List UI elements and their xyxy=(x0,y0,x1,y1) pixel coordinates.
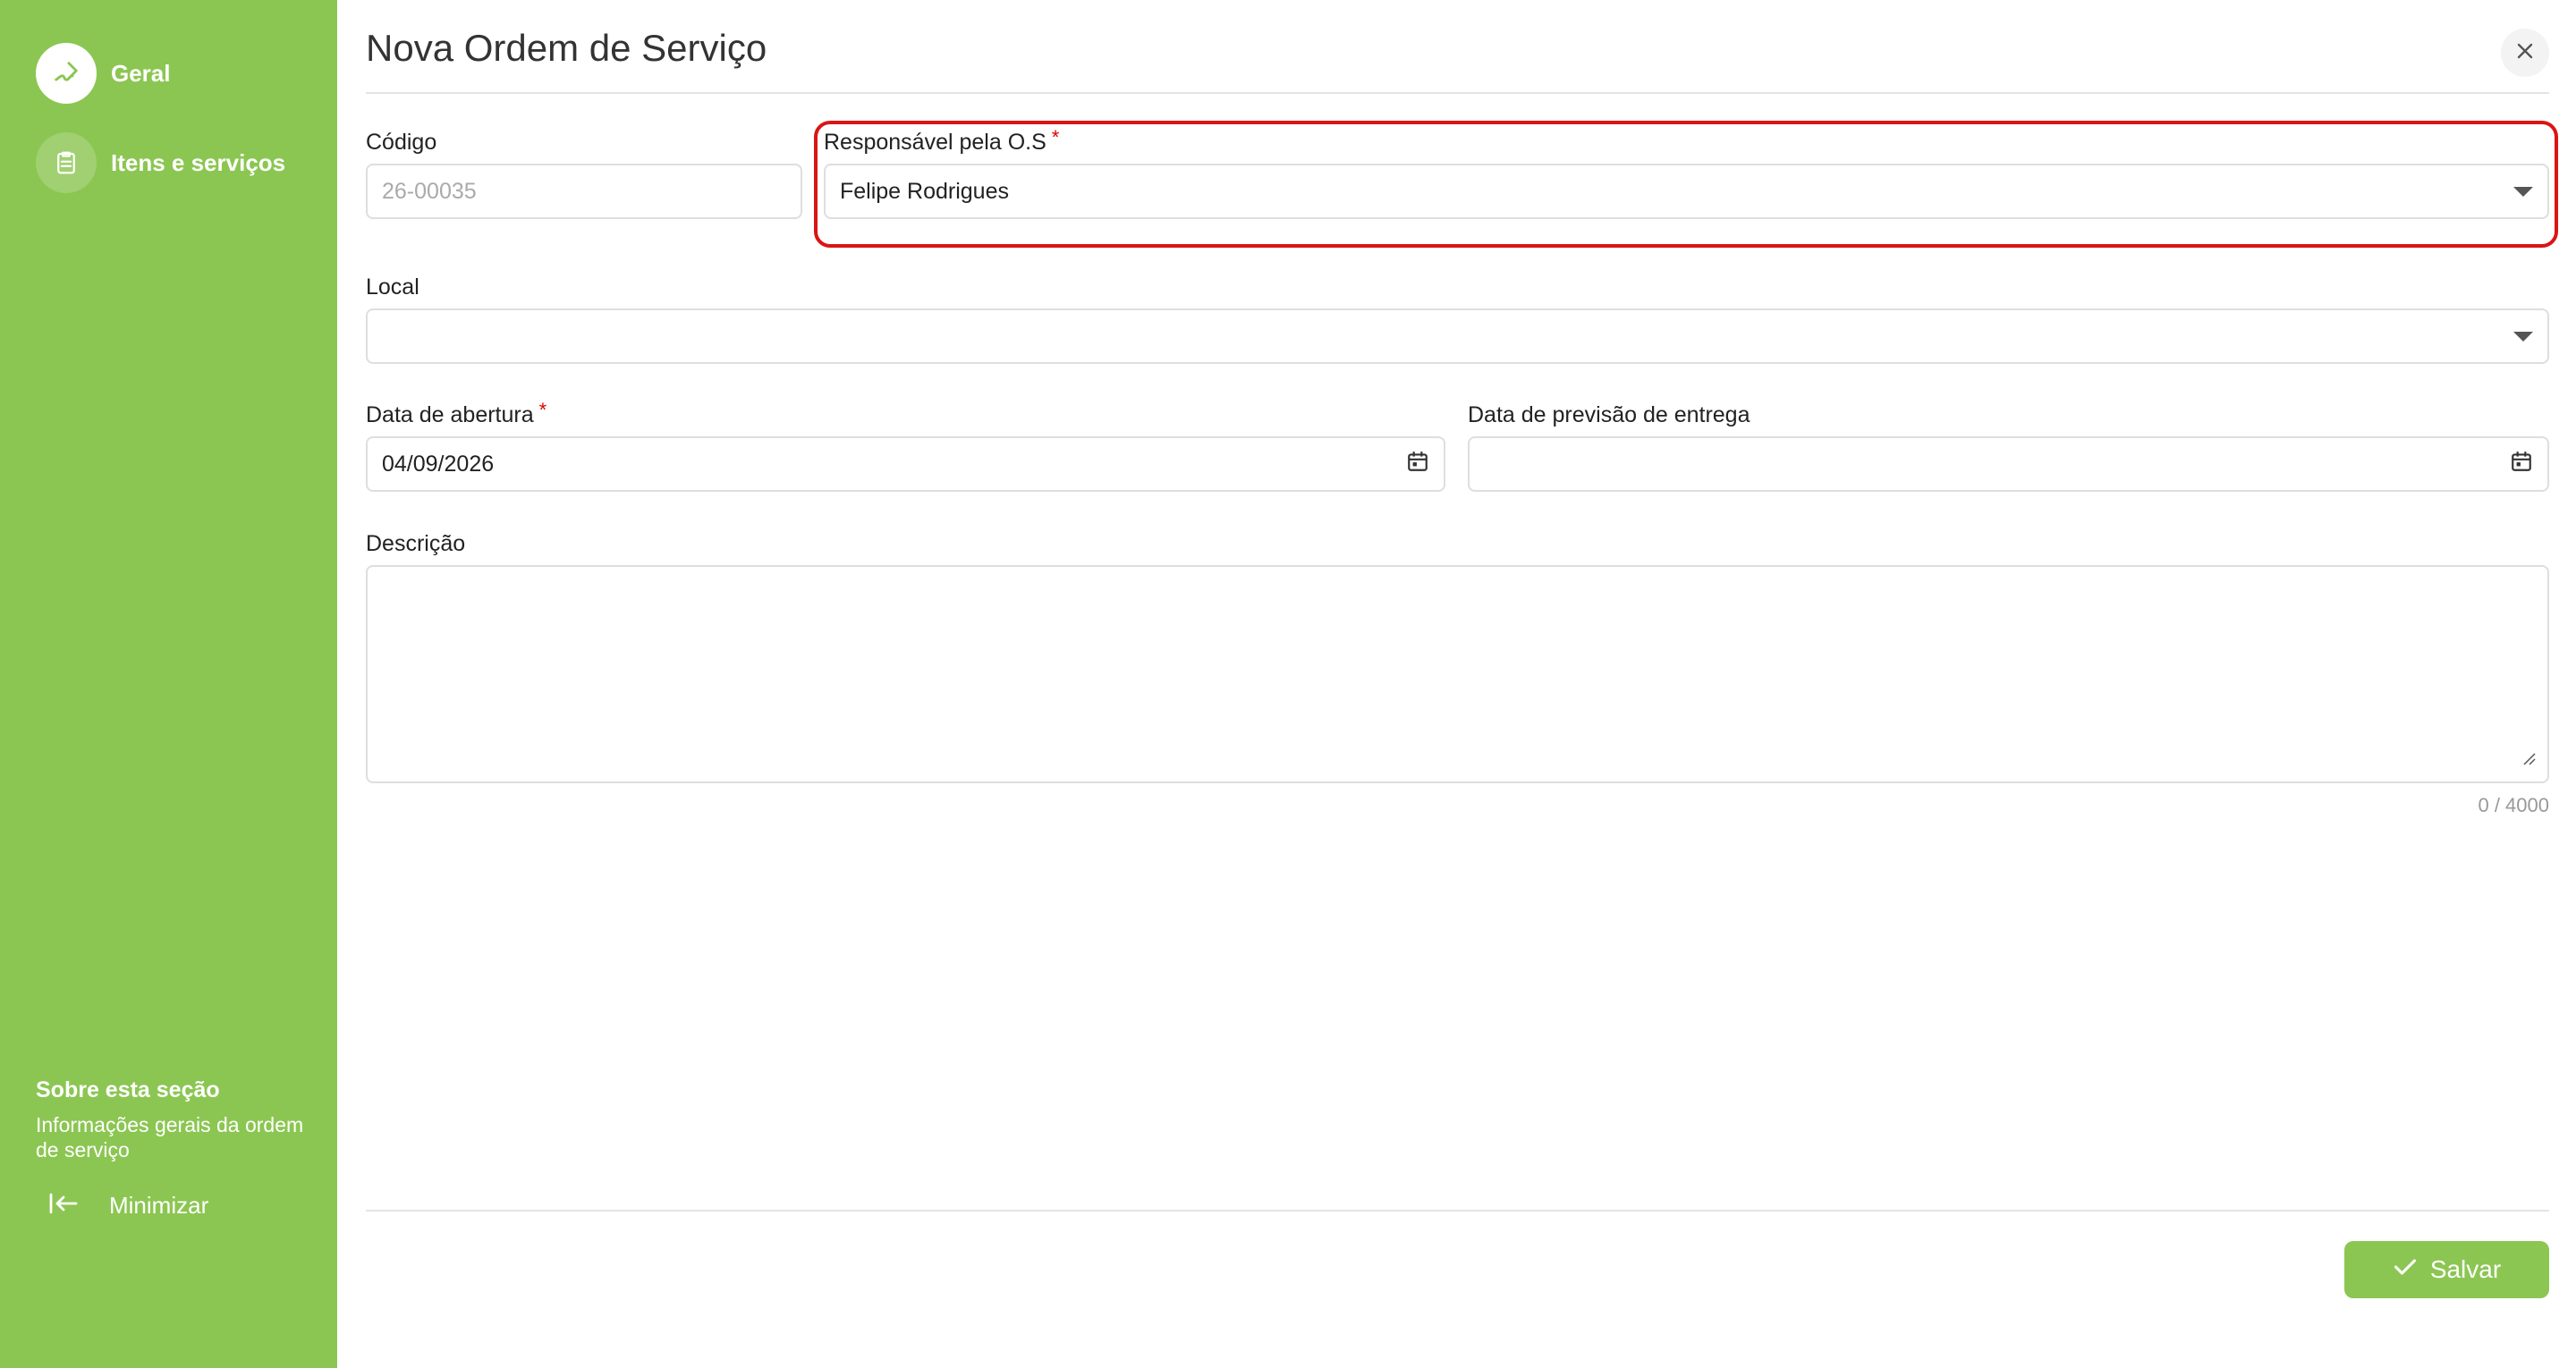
section-info-text: Informações gerais da ordem de serviço xyxy=(36,1113,304,1161)
responsavel-select[interactable]: Felipe Rodrigues xyxy=(824,164,2549,219)
local-select[interactable] xyxy=(366,308,2549,364)
descricao-textarea[interactable] xyxy=(366,565,2549,783)
required-marker: * xyxy=(538,399,547,421)
responsavel-label-text: Responsável pela O.S xyxy=(824,130,1046,155)
page-title: Nova Ordem de Serviço xyxy=(366,27,767,69)
data-abertura-value: 04/09/2026 xyxy=(382,451,495,477)
data-abertura-label-text: Data de abertura xyxy=(366,402,534,427)
resize-handle-icon[interactable] xyxy=(2521,750,2537,771)
section-info: Sobre esta seção Informações gerais da o… xyxy=(36,1077,304,1162)
minimize-label: Minimizar xyxy=(109,1192,209,1219)
sidebar-item-geral[interactable]: Geral xyxy=(36,43,171,104)
calendar-icon[interactable] xyxy=(2510,450,2533,479)
sidebar-item-itens-servicos[interactable]: Itens e serviços xyxy=(36,132,285,193)
pen-icon xyxy=(36,43,97,104)
data-previsao-field[interactable] xyxy=(1468,436,2549,492)
chevron-down-icon xyxy=(2513,186,2533,197)
header-divider xyxy=(366,92,2549,94)
clipboard-icon xyxy=(36,132,97,193)
local-label: Local xyxy=(366,274,419,300)
collapse-left-icon xyxy=(48,1191,79,1220)
footer-divider xyxy=(366,1210,2549,1212)
sidebar-item-label: Itens e serviços xyxy=(111,148,286,176)
section-info-title: Sobre esta seção xyxy=(36,1077,220,1102)
sidebar: Geral Itens e serviços Sobre esta seção … xyxy=(0,0,337,1368)
close-icon xyxy=(2514,40,2536,66)
minimize-button[interactable]: Minimizar xyxy=(48,1191,208,1220)
check-icon xyxy=(2393,1255,2418,1284)
character-counter: 0 / 4000 xyxy=(2478,794,2549,816)
required-marker: * xyxy=(1051,126,1060,148)
app-window: Geral Itens e serviços Sobre esta seção … xyxy=(0,0,2576,1368)
data-abertura-field[interactable]: 04/09/2026 xyxy=(366,436,1445,492)
codigo-field[interactable]: 26-00035 xyxy=(366,164,802,219)
data-previsao-label: Data de previsão de entrega xyxy=(1468,402,1750,427)
codigo-placeholder: 26-00035 xyxy=(382,178,477,204)
calendar-icon[interactable] xyxy=(1406,450,1429,479)
save-button[interactable]: Salvar xyxy=(2344,1241,2549,1298)
descricao-label: Descrição xyxy=(366,531,466,556)
sidebar-item-label: Geral xyxy=(111,59,171,87)
responsavel-value: Felipe Rodrigues xyxy=(840,178,1009,204)
chevron-down-icon xyxy=(2513,331,2533,342)
close-button[interactable] xyxy=(2501,29,2549,77)
responsavel-label: Responsável pela O.S * xyxy=(824,126,1059,156)
codigo-label: Código xyxy=(366,130,437,155)
save-label: Salvar xyxy=(2429,1255,2502,1283)
data-abertura-label: Data de abertura * xyxy=(366,399,547,428)
